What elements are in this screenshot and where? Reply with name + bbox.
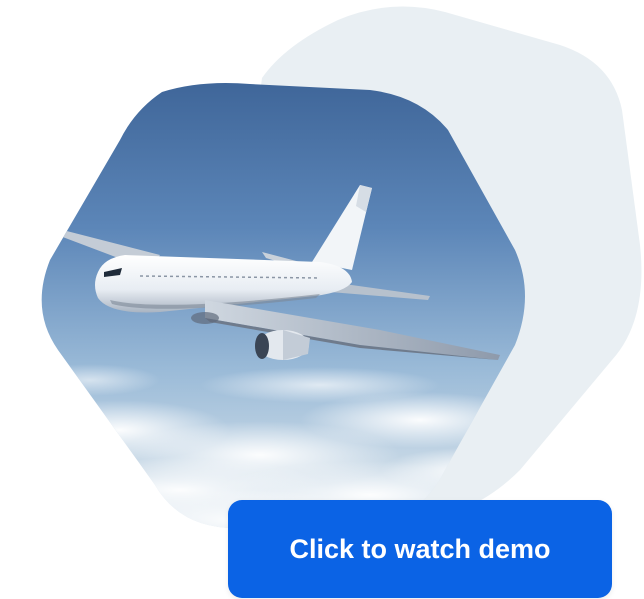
demo-hero: Click to watch demo <box>0 0 644 599</box>
watch-demo-button[interactable]: Click to watch demo <box>228 500 612 598</box>
